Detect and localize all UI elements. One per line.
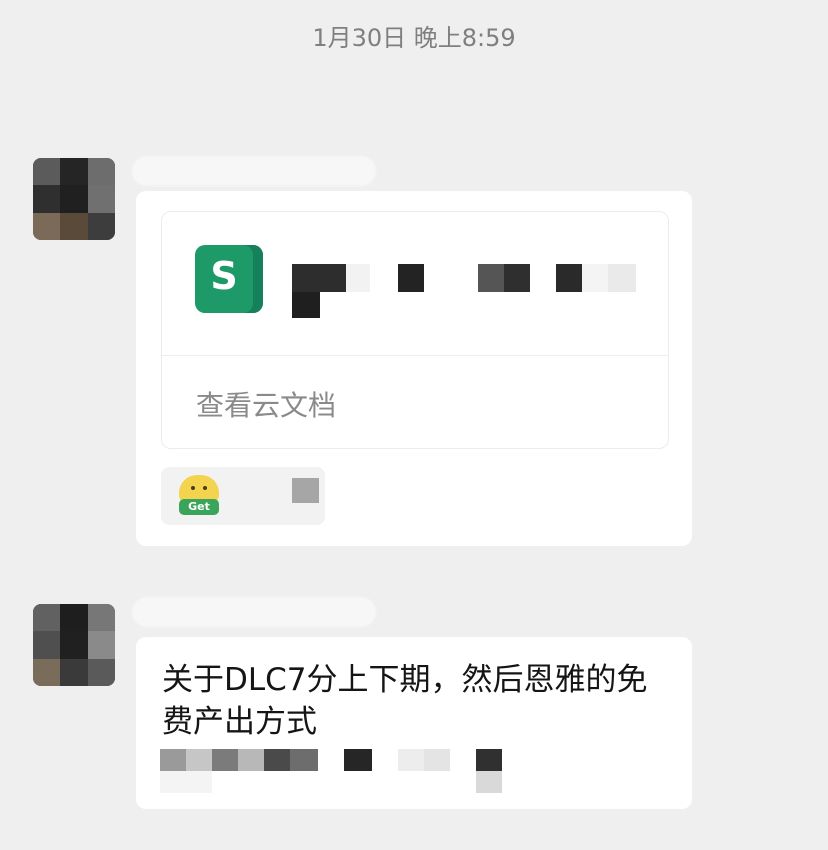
spreadsheet-icon-letter: S xyxy=(210,254,238,298)
sticker-text-redacted xyxy=(292,478,319,503)
spreadsheet-icon: S xyxy=(195,245,263,313)
message-text: 关于DLC7分上下期，然后恩雅的免费产出方式 xyxy=(162,662,648,740)
chat-timestamp: 1月30日 晚上8:59 xyxy=(312,24,516,52)
message-bubble-text: 关于DLC7分上下期，然后恩雅的免费产出方式 xyxy=(136,637,692,809)
sticker-label: Get xyxy=(179,499,219,515)
card-divider xyxy=(162,355,668,356)
sender-name-redacted xyxy=(132,597,376,627)
cloud-doc-card[interactable]: S 查看云文档 xyxy=(161,211,669,449)
view-cloud-doc-link[interactable]: 查看云文档 xyxy=(196,384,336,424)
sender-avatar[interactable] xyxy=(33,158,115,240)
sticker-attachment[interactable]: Get xyxy=(161,467,325,525)
sender-avatar[interactable] xyxy=(33,604,115,686)
sender-name-redacted xyxy=(132,156,376,186)
